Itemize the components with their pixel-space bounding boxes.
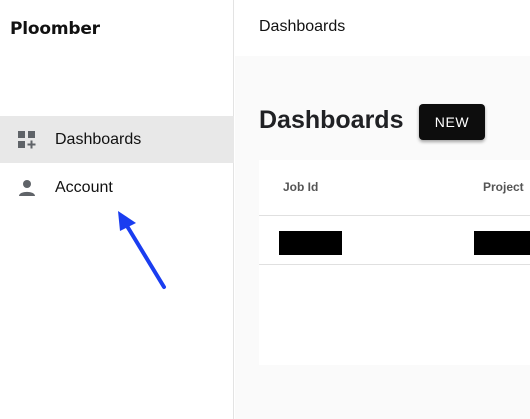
column-header-job-id[interactable]: Job Id — [283, 180, 318, 194]
topbar-title: Dashboards — [259, 18, 346, 35]
page-title: Dashboards — [259, 106, 404, 134]
top-bar: Dashboards — [235, 0, 530, 56]
sidebar-item-label: Dashboards — [55, 130, 142, 148]
sidebar-item-account[interactable]: Account — [0, 164, 234, 211]
jobs-table: Job Id Project — [259, 160, 530, 365]
person-icon — [17, 178, 37, 198]
annotation-arrow — [118, 211, 166, 289]
sidebar-item-label: Account — [55, 178, 113, 196]
dashboard-add-icon — [17, 130, 37, 150]
main-area: Dashboards Dashboards NEW Job Id Project — [235, 0, 530, 419]
table-header: Job Id Project — [259, 160, 530, 216]
new-dashboard-button[interactable]: NEW — [419, 104, 485, 140]
content-panel: Dashboards NEW Job Id Project — [235, 56, 530, 419]
redacted-project — [474, 231, 530, 255]
table-row[interactable] — [259, 217, 530, 265]
brand-logo: Ploomber — [10, 19, 100, 39]
column-header-project[interactable]: Project — [483, 180, 524, 194]
redacted-job-id — [279, 231, 342, 255]
app-window: Ploomber Dashboards Account Dashboards D… — [0, 0, 530, 419]
sidebar-item-dashboards[interactable]: Dashboards — [0, 116, 234, 163]
